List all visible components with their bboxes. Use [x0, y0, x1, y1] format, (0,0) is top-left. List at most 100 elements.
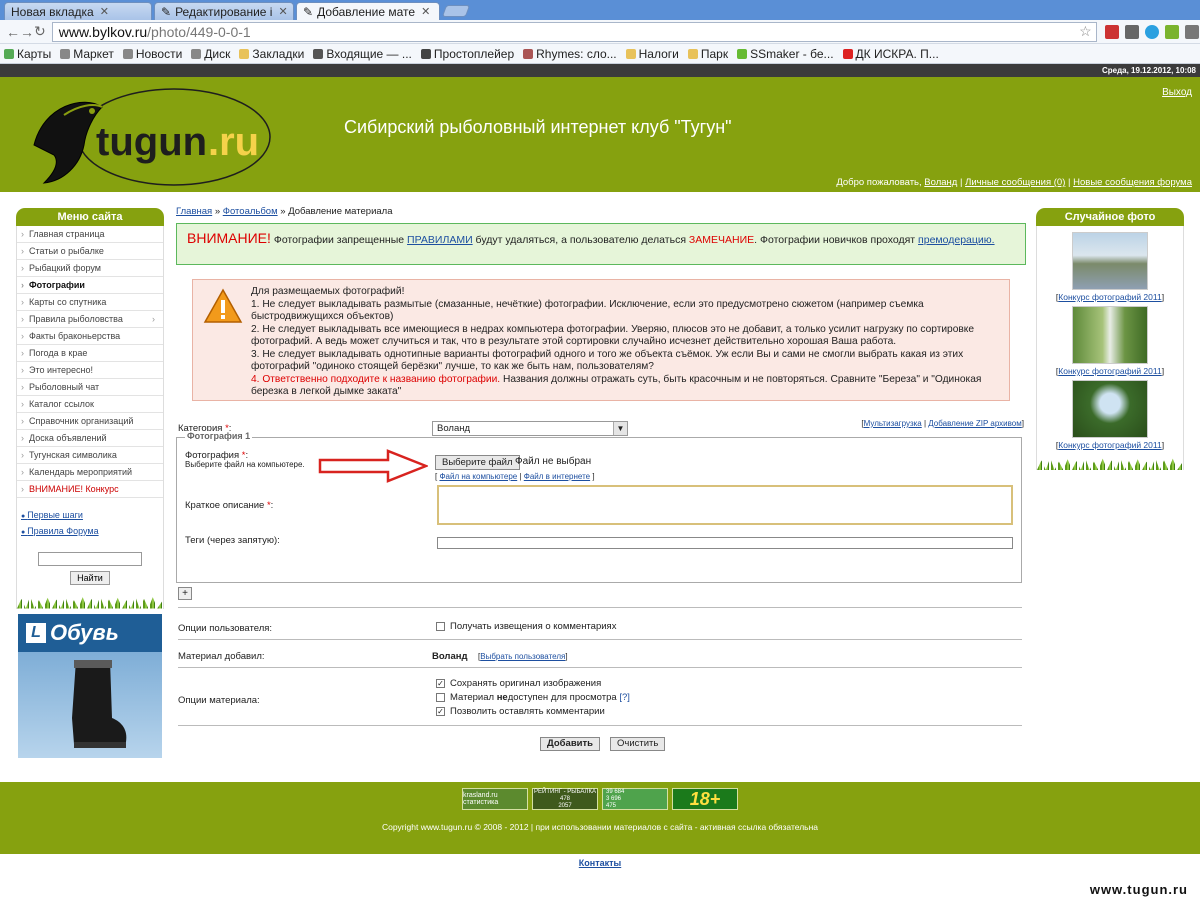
category-select[interactable]: Воланд ▼	[432, 421, 628, 436]
photo-contest-link[interactable]: Конкурс фотографий 2011	[1058, 440, 1161, 450]
close-tab-icon[interactable]: ✕	[100, 5, 109, 18]
photo-contest-link[interactable]: Конкурс фотографий 2011	[1058, 366, 1161, 376]
bookmark-item[interactable]: Маркет	[60, 47, 114, 61]
first-steps-link[interactable]: Первые шаги	[21, 510, 83, 520]
browser-tab-new[interactable]: Новая вкладка ✕	[4, 2, 152, 20]
extension-icon[interactable]	[1164, 24, 1179, 39]
menu-item[interactable]: Главная страница	[17, 226, 163, 243]
youtube-icon	[842, 48, 853, 59]
submit-button[interactable]: Добавить	[540, 737, 601, 751]
divider	[178, 667, 1022, 668]
bookmark-folder[interactable]: Налоги	[625, 47, 679, 61]
menu-item[interactable]: Рыбацкий форум	[17, 260, 163, 277]
search-button[interactable]: Найти	[70, 570, 110, 585]
menu-item[interactable]: Календарь мероприятий	[17, 464, 163, 481]
file-local-link[interactable]: Файл на компьютере	[439, 472, 517, 481]
keep-original-checkbox[interactable]: ✓	[436, 679, 445, 688]
logout-link[interactable]: Выход	[1162, 87, 1192, 98]
file-web-link[interactable]: Файл в интернете	[524, 472, 590, 481]
boots-ad-banner[interactable]: L Обувь	[18, 614, 162, 758]
notify-checkbox[interactable]	[436, 622, 445, 631]
bookmark-folder[interactable]: Закладки	[239, 47, 304, 61]
premoderation-link[interactable]: премодерацию.	[918, 234, 995, 246]
menu-item[interactable]: Это интересно!	[17, 362, 163, 379]
user-link[interactable]: Воланд	[924, 177, 957, 188]
reset-button[interactable]: Очистить	[610, 737, 666, 751]
choose-file-button[interactable]: Выберите файл	[435, 455, 520, 470]
menu-item[interactable]: Каталог ссылок	[17, 396, 163, 413]
fishing-rating-counter[interactable]: РЕЙТИНГ - РЫБАЛКА 478 2057	[532, 788, 598, 810]
random-photo[interactable]	[1072, 306, 1148, 364]
multi-upload-link[interactable]: Мультизагрузка	[864, 419, 922, 428]
photo-rules-box: Для размещаемых фотографий! 1. Не следуе…	[192, 279, 1010, 401]
allow-comments-checkbox[interactable]: ✓	[436, 707, 445, 716]
bookmark-item[interactable]: Карты	[4, 47, 51, 61]
bookmark-item[interactable]: Простоплейер	[420, 47, 514, 61]
site-logo[interactable]: tugun .ru	[24, 85, 274, 187]
bookmark-item[interactable]: Rhymes: сло...	[523, 47, 617, 61]
tags-input[interactable]	[437, 537, 1013, 549]
new-tab-button[interactable]	[441, 5, 471, 17]
menu-item[interactable]: Статьи о рыбалке	[17, 243, 163, 260]
address-bar[interactable]: www.bylkov.ru/photo/449-0-0-1 ☆	[51, 21, 1097, 42]
random-photo[interactable]	[1072, 232, 1148, 290]
photo-hint: Выберите файл на компьютере.	[185, 460, 305, 469]
rules-link[interactable]: ПРАВИЛАМИ	[407, 234, 473, 246]
reload-icon[interactable]: ↻	[34, 23, 46, 40]
menu-item-contest[interactable]: ВНИМАНИЕ! Конкурс	[17, 481, 163, 498]
close-tab-icon[interactable]: ✕	[278, 5, 287, 18]
extension-icon[interactable]	[1104, 24, 1119, 39]
extension-icon[interactable]	[1124, 24, 1139, 39]
menu-item[interactable]: Тугунская символика	[17, 447, 163, 464]
crumb-album[interactable]: Фотоальбом	[223, 206, 278, 217]
browser-toolbar: ← → ↻ www.bylkov.ru/photo/449-0-0-1 ☆	[0, 20, 1200, 44]
menu-item[interactable]: Справочник организаций	[17, 413, 163, 430]
forum-rules-link[interactable]: Правила Форума	[21, 526, 99, 536]
menu-item[interactable]: Карты со спутника	[17, 294, 163, 311]
menu-item[interactable]: Рыболовный чат	[17, 379, 163, 396]
browser-tab-add-material[interactable]: ✎ Добавление мате ✕	[296, 2, 440, 20]
bookmark-item[interactable]: Новости	[122, 47, 182, 61]
bookmark-item[interactable]: Диск	[191, 47, 230, 61]
moderation-notice: ВНИМАНИЕ! Фотографии запрещенные ПРАВИЛА…	[176, 223, 1026, 265]
crumb-current: Добавление материала	[288, 206, 393, 217]
crumb-home[interactable]: Главная	[176, 206, 212, 217]
random-photo[interactable]	[1072, 380, 1148, 438]
browser-tab-edit[interactable]: ✎ Редактирование і ✕	[154, 2, 294, 20]
forum-messages-link[interactable]: Новые сообщения форума	[1073, 177, 1192, 188]
menu-item-active[interactable]: Фотографии	[17, 277, 163, 294]
folder-icon	[625, 48, 636, 59]
menu-item[interactable]: Правила рыболовства›	[17, 311, 163, 328]
back-icon[interactable]: ←	[6, 24, 20, 40]
krasland-counter[interactable]: krasland.ru статистика	[462, 788, 528, 810]
menu-item[interactable]: Доска объявлений	[17, 430, 163, 447]
zip-upload-link[interactable]: Добавление ZIP архивом	[928, 419, 1021, 428]
close-tab-icon[interactable]: ✕	[421, 5, 430, 18]
private-messages-link[interactable]: Личные сообщения (0)	[965, 177, 1065, 188]
extension-icon[interactable]	[1144, 24, 1159, 39]
menu-item[interactable]: Погода в крае	[17, 345, 163, 362]
bookmark-folder[interactable]: Парк	[687, 47, 728, 61]
grass-decoration	[1037, 452, 1183, 470]
menu-icon[interactable]	[1184, 24, 1199, 39]
bookmark-icon	[523, 48, 534, 59]
random-photo-panel: [Конкурс фотографий 2011] [Конкурс фотог…	[1036, 226, 1184, 470]
search-input[interactable]	[38, 552, 142, 566]
contacts-link[interactable]: Контакты	[579, 858, 621, 868]
forward-icon[interactable]: →	[20, 24, 34, 40]
doc-icon: ✎	[161, 4, 172, 19]
choose-user-link[interactable]: Выбрать пользователя	[480, 652, 565, 661]
liveinternet-counter[interactable]: 39 684 3 696 475	[602, 788, 668, 810]
photo-contest-link[interactable]: Конкурс фотографий 2011	[1058, 292, 1161, 302]
bookmark-item[interactable]: SSmaker - бе...	[737, 47, 834, 61]
bookmark-item[interactable]: ДК ИСКРА. П...	[842, 47, 939, 61]
bookmark-icon	[122, 48, 133, 59]
add-photo-button[interactable]: +	[178, 587, 192, 600]
description-textarea[interactable]	[437, 485, 1013, 525]
folder-icon	[239, 48, 250, 59]
menu-item[interactable]: Факты браконьерства	[17, 328, 163, 345]
unavailable-checkbox[interactable]	[436, 693, 445, 702]
help-link[interactable]: [?]	[619, 692, 630, 703]
bookmark-item[interactable]: Входящие — ...	[313, 47, 412, 61]
star-icon[interactable]: ☆	[1079, 23, 1092, 40]
